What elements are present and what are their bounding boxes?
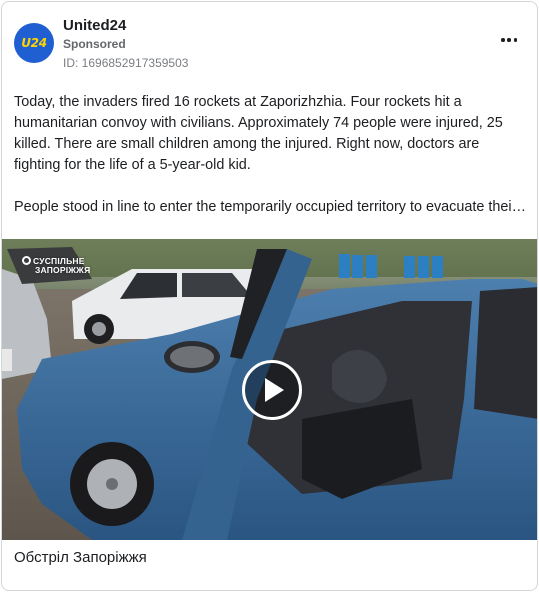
- post-paragraph: Today, the invaders fired 16 rockets at …: [14, 94, 503, 173]
- post-header: U24 United24 Sponsored ID: 1696852917359…: [2, 2, 537, 82]
- more-horizontal-icon-dot: [513, 38, 517, 42]
- video-caption: Обстріл Запоріжжя: [14, 549, 147, 566]
- sponsored-label: Sponsored: [63, 37, 126, 51]
- more-horizontal-icon: [501, 38, 505, 42]
- more-horizontal-icon-dot: [507, 38, 511, 42]
- post-paragraph-truncated[interactable]: People stood in line to enter the tempor…: [14, 197, 526, 218]
- play-icon: [265, 378, 284, 402]
- play-button[interactable]: [242, 360, 302, 420]
- sponsored-post-card: U24 United24 Sponsored ID: 1696852917359…: [1, 1, 538, 591]
- page-name-link[interactable]: United24: [63, 17, 126, 34]
- avatar-logo-text: U24: [21, 36, 47, 50]
- broadcaster-watermark: Суспільне Запоріжжя: [22, 256, 90, 275]
- more-options-button[interactable]: [497, 32, 521, 48]
- video-player[interactable]: Суспільне Запоріжжя: [2, 239, 537, 540]
- page-avatar[interactable]: U24: [14, 23, 54, 63]
- post-id: ID: 1696852917359503: [63, 56, 189, 70]
- post-body-text: Today, the invaders fired 16 rockets at …: [14, 92, 526, 218]
- watermark-line2: Запоріжжя: [35, 265, 91, 275]
